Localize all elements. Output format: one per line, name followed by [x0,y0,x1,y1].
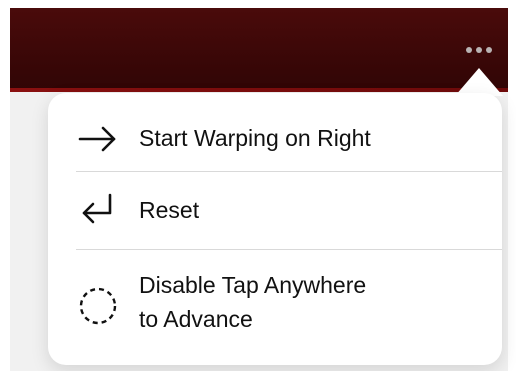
menu-item-label: Start Warping on Right [139,125,371,151]
popover-arrow [455,68,503,96]
menu-item-reset[interactable]: Reset [48,172,502,249]
options-popover-menu: Start Warping on Right Reset Disable Tap… [48,93,502,365]
dashed-circle-icon [79,287,117,325]
top-bar [10,8,508,92]
ellipsis-icon [476,47,482,53]
menu-item-label: Reset [139,197,200,223]
more-options-button[interactable] [458,38,500,62]
menu-item-label: Disable Tap Anywhere to Advance [139,272,367,332]
menu-item-start-warping[interactable]: Start Warping on Right [48,105,502,171]
menu-item-disable-tap-anywhere[interactable]: Disable Tap Anywhere to Advance [48,250,502,360]
ellipsis-icon [466,47,472,53]
ellipsis-icon [486,47,492,53]
app-window: Start Warping on Right Reset Disable Tap… [0,0,516,371]
arrow-right-icon [78,126,116,152]
return-arrow-icon [82,193,112,224]
